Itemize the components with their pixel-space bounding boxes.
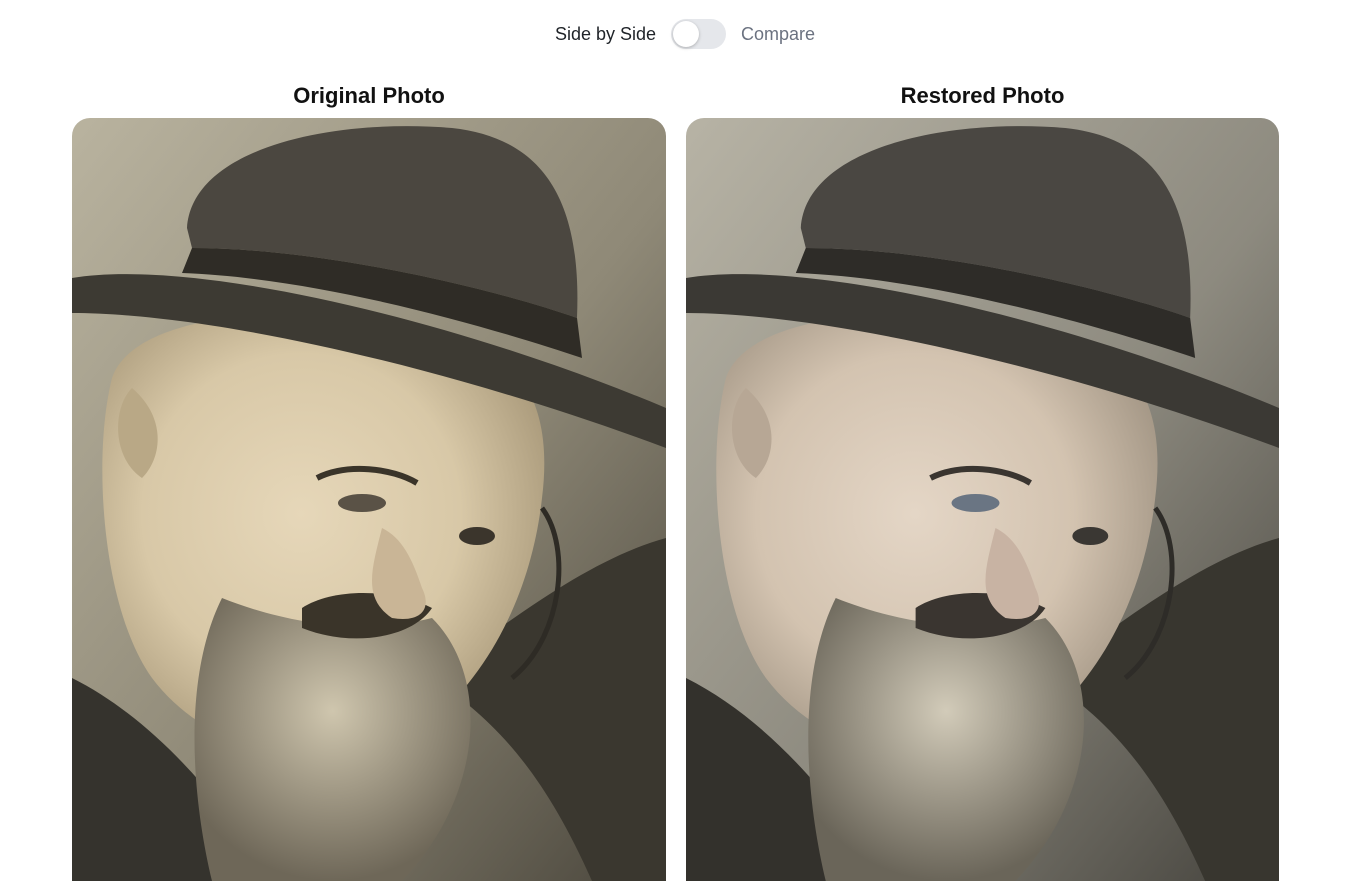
compare-label[interactable]: Compare xyxy=(741,24,815,45)
restored-photo-panel: Restored Photo xyxy=(686,80,1279,881)
view-mode-toggle: Side by Side Compare xyxy=(0,17,1370,51)
original-photo-image xyxy=(72,118,666,881)
side-by-side-label[interactable]: Side by Side xyxy=(555,24,656,45)
portrait-image xyxy=(72,118,666,881)
compare-switch[interactable] xyxy=(671,19,727,49)
portrait-image xyxy=(686,118,1279,881)
original-photo-title: Original Photo xyxy=(293,83,445,108)
restored-photo-title: Restored Photo xyxy=(900,83,1065,108)
original-photo-panel: Original Photo xyxy=(72,80,666,881)
switch-knob xyxy=(673,21,700,47)
restored-photo-image xyxy=(686,118,1279,881)
